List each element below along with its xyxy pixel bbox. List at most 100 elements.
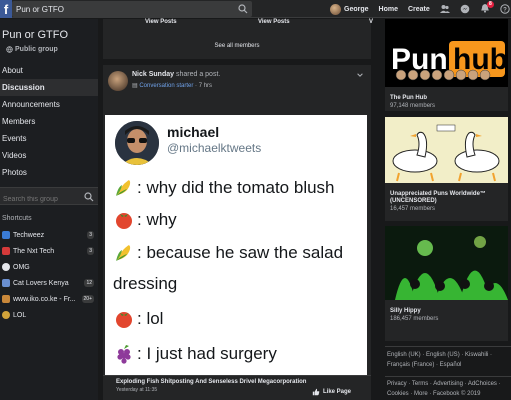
person-sunglasses-icon — [115, 121, 159, 165]
see-all-members-link[interactable]: See all members — [103, 43, 371, 49]
shortcut-thumbnail — [2, 247, 10, 255]
top-bar: f George Home Create 8 ? — [0, 0, 511, 18]
nav-about[interactable]: About — [0, 62, 98, 79]
like-page-button[interactable]: Like Page — [312, 388, 351, 396]
chevron-down-icon[interactable] — [356, 71, 364, 79]
search-icon[interactable] — [84, 192, 94, 202]
group-type: Public group — [15, 46, 58, 53]
nav-announcements[interactable]: Announcements — [0, 96, 98, 113]
group-name[interactable]: Pun or GTFO — [2, 29, 68, 41]
shortcut-count: 20+ — [81, 295, 94, 303]
shortcut-thumbnail — [2, 263, 10, 271]
tweet-screenshot[interactable]: michael @michaelktweets : why did the to… — [105, 115, 367, 389]
group-search-input[interactable] — [3, 191, 81, 208]
svg-text:?: ? — [503, 7, 507, 13]
group-card[interactable]: Unappreciated Puns Worldwide™ (UNCENSORE… — [385, 117, 508, 221]
shortcut-label: Techweez — [13, 231, 45, 239]
top-nav: George Home Create 8 ? — [330, 0, 511, 18]
view-posts-link[interactable]: V — [369, 19, 373, 25]
shortcut-label: The Nxt Tech — [13, 247, 55, 255]
messenger-icon[interactable] — [460, 4, 470, 14]
notifications[interactable]: 8 — [480, 1, 494, 15]
shortcut-item[interactable]: Cat Lovers Kenya 12 — [0, 275, 98, 291]
tweet-line: : lol — [113, 308, 163, 330]
facebook-group-page: f George Home Create 8 ? Pun or GTFO — [0, 0, 511, 400]
group-card[interactable]: Pun hub The Pun Hub 97,148 members — [385, 19, 508, 111]
tweet-line: : why did the tomato blush — [113, 177, 335, 199]
post-time[interactable]: 7 hrs — [199, 83, 212, 89]
group-search[interactable] — [0, 187, 98, 208]
group-card-members: 186,457 members — [390, 316, 439, 322]
suggested-groups: Pun hub The Pun Hub 97,148 members Unapp… — [385, 19, 511, 400]
post-action: shared a post. — [175, 71, 221, 78]
top-search[interactable] — [12, 1, 252, 17]
search-input[interactable] — [16, 1, 236, 17]
tweet-avatar — [115, 121, 159, 165]
shortcut-count: 3 — [87, 247, 94, 255]
group-card-members: 16,457 members — [390, 206, 436, 212]
tweet-text: : I just had surgery — [137, 344, 277, 363]
shortcut-item[interactable]: Techweez 3 — [0, 227, 98, 243]
like-page-label: Like Page — [322, 389, 351, 395]
view-posts-link[interactable]: View Posts — [258, 19, 290, 25]
group-cover-image — [385, 226, 508, 300]
shortcut-item[interactable]: www.iko.co.ke - Fr... 20+ — [0, 291, 98, 307]
corn-icon — [116, 180, 131, 196]
shortcut-label: OMG — [13, 263, 30, 271]
avatar[interactable] — [108, 71, 128, 91]
shortcut-thumbnail — [2, 311, 10, 319]
nav-discussion[interactable]: Discussion — [0, 79, 98, 96]
globe-icon — [6, 46, 13, 53]
tweet-text: : why did the tomato blush — [137, 178, 335, 197]
footer-links[interactable]: Privacy · Terms · Advertising · AdChoice… — [385, 376, 511, 400]
group-card-members: 97,148 members — [390, 103, 436, 109]
tweet-handle: @michaelktweets — [167, 141, 262, 155]
friends-icon[interactable] — [439, 4, 450, 14]
facebook-logo[interactable]: f — [0, 0, 12, 18]
shortcuts-list: Techweez 3 The Nxt Tech 3 OMG Cat Lovers K… — [0, 227, 98, 323]
nav-videos[interactable]: Videos — [0, 147, 98, 164]
shortcut-count: 12 — [84, 279, 94, 287]
shortcuts-heading: Shortcuts — [2, 215, 32, 222]
post-card: Nick Sunday shared a post. ▤ Conversatio… — [103, 65, 371, 400]
nav-photos[interactable]: Photos — [0, 164, 98, 181]
badge-icon: ▤ — [132, 83, 138, 89]
left-sidebar: Pun or GTFO Public group About Discussio… — [0, 19, 98, 400]
profile-link[interactable]: George — [330, 3, 369, 15]
tweet-text: : because he saw the salad — [137, 243, 344, 262]
search-icon[interactable] — [238, 4, 248, 14]
view-posts-link[interactable]: View Posts — [145, 19, 177, 25]
shortcut-item[interactable]: OMG — [0, 259, 98, 275]
tweet-line: dressing — [113, 274, 177, 294]
create-link[interactable]: Create — [408, 6, 430, 13]
avatar — [330, 3, 341, 15]
language-selector[interactable]: English (UK) · English (US) · Kiswahili … — [385, 346, 511, 373]
members-card: View Posts View Posts V See all members — [103, 19, 373, 59]
nav-members[interactable]: Members — [0, 113, 98, 130]
related-page-title[interactable]: Exploding Fish Shitposting And Senseless… — [116, 379, 306, 385]
group-cover-image — [385, 117, 508, 183]
shortcut-label: www.iko.co.ke - Fr... — [13, 295, 76, 303]
help-icon[interactable]: ? — [500, 4, 510, 14]
post-header: Nick Sunday shared a post. ▤ Conversatio… — [108, 69, 366, 99]
home-link[interactable]: Home — [379, 6, 398, 13]
tweet-line: : why — [113, 209, 177, 231]
thumbs-up-icon — [312, 388, 320, 396]
nav-events[interactable]: Events — [0, 130, 98, 147]
tweet-line: : I just had surgery — [113, 343, 277, 365]
shortcut-count: 3 — [87, 231, 94, 239]
group-card[interactable]: Silly Hippy 186,457 members — [385, 226, 508, 341]
tweet-line: : because he saw the salad — [113, 242, 343, 264]
tweet-text: : why — [137, 210, 177, 229]
shortcut-thumbnail — [2, 295, 10, 303]
group-card-name: Silly Hippy — [390, 308, 421, 314]
related-page-time: Yesterday at 11:35 — [116, 387, 158, 393]
group-card-name: Unappreciated Puns Worldwide™ (UNCENSORE… — [390, 191, 486, 204]
tomato-icon — [116, 312, 132, 328]
post-author-line: Nick Sunday shared a post. — [132, 71, 220, 78]
post-author[interactable]: Nick Sunday — [132, 71, 174, 78]
shortcut-item[interactable]: LOL — [0, 307, 98, 323]
shortcut-item[interactable]: The Nxt Tech 3 — [0, 243, 98, 259]
conversation-starter-badge[interactable]: Conversation starter — [139, 83, 193, 89]
notification-badge: 8 — [486, 1, 494, 8]
